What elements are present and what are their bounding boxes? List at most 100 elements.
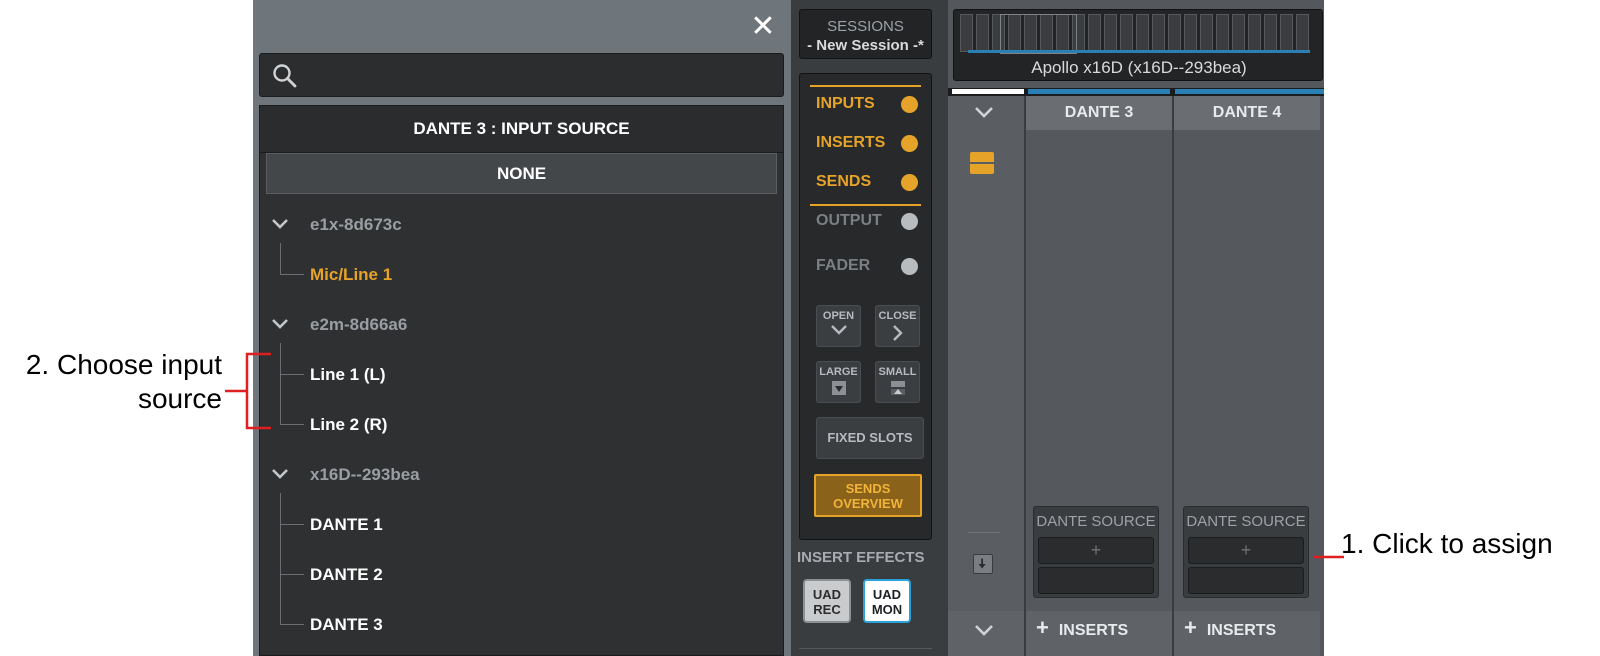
large-button[interactable]: LARGE — [816, 361, 861, 403]
open-button[interactable]: OPEN — [816, 305, 861, 347]
overview-selection[interactable] — [1000, 14, 1077, 54]
device-overview[interactable]: Apollo x16D (x16D--293bea) — [953, 9, 1323, 81]
sends-overview-line2: OVERVIEW — [833, 496, 903, 511]
source-item-dante-1[interactable]: DANTE 1 — [260, 493, 780, 545]
chevron-down-icon — [272, 219, 288, 229]
source-item-label: DANTE 1 — [310, 515, 383, 534]
source-item-label: DANTE 2 — [310, 565, 383, 584]
add-source-button[interactable]: + — [1038, 537, 1154, 564]
channel-meter — [960, 14, 973, 52]
device-group-e2m[interactable]: e2m-8d66a6 — [260, 305, 780, 345]
channel-header-dante-4[interactable]: DANTE 4 — [1174, 96, 1320, 130]
fixed-slots-button[interactable]: FIXED SLOTS — [816, 417, 924, 459]
view-toggle-label: INPUTS — [816, 95, 875, 112]
close-strips-button[interactable]: CLOSE — [875, 305, 920, 347]
view-toggle-inputs[interactable]: INPUTS — [816, 91, 924, 117]
dante-source-selector[interactable]: DANTE SOURCE + — [1183, 506, 1309, 598]
uad-mon-button[interactable]: UAD MON — [863, 579, 911, 623]
dante-source-label: DANTE SOURCE — [1186, 513, 1306, 530]
search-input[interactable] — [259, 53, 784, 97]
view-indicator-dot — [901, 258, 918, 275]
divider — [799, 648, 932, 649]
source-item-mic-line-1[interactable]: Mic/Line 1 — [260, 243, 780, 295]
chevron-down-icon — [272, 319, 288, 329]
channel-meter — [1280, 14, 1293, 52]
device-group-label: e2m-8d66a6 — [310, 315, 408, 334]
uad-mon-line1: UAD — [872, 587, 902, 602]
view-toggle-inserts[interactable]: INSERTS — [816, 130, 924, 156]
inserts-bar[interactable]: + INSERTS — [1174, 611, 1320, 656]
tree-connector — [280, 575, 304, 625]
view-toggle-fader[interactable]: FADER — [816, 253, 924, 279]
small-button[interactable]: SMALL — [875, 361, 920, 403]
channel-meter — [1184, 14, 1197, 52]
device-group-label: x16D--293bea — [310, 465, 420, 484]
mixer-area: Apollo x16D (x16D--293bea) DANTE 3 DANTE… — [948, 0, 1324, 656]
source-item-label: Line 2 (R) — [310, 415, 388, 434]
source-item-line-1-l[interactable]: Line 1 (L) — [260, 343, 780, 395]
strip-bar-white — [952, 89, 1024, 94]
device-group-label: e1x-8d673c — [310, 215, 402, 234]
channel-meter — [1088, 14, 1101, 52]
channel-header-dante-3[interactable]: DANTE 3 — [1026, 96, 1172, 130]
source-item-line-2-r[interactable]: Line 2 (R) — [260, 375, 780, 445]
strip-bar-dante4 — [1175, 89, 1324, 94]
source-item-label: Line 1 (L) — [310, 365, 386, 384]
sends-overview-button[interactable]: SENDS OVERVIEW — [814, 474, 922, 517]
tree-connector — [280, 493, 304, 525]
channel-meter — [1296, 14, 1309, 52]
channel-meter — [1120, 14, 1133, 52]
download-icon[interactable] — [973, 554, 993, 574]
small-label: SMALL — [878, 366, 917, 378]
tree-connector — [280, 243, 304, 275]
add-source-button[interactable]: + — [1188, 537, 1304, 564]
sessions-button[interactable]: SESSIONS - New Session -* — [799, 9, 932, 59]
annotation-step-2-line1: 2. Choose input — [25, 349, 222, 380]
view-toggle-sends[interactable]: SENDS — [816, 169, 924, 195]
source-slot[interactable] — [1038, 567, 1154, 594]
source-list: DANTE 3 : INPUT SOURCE NONE e1x-8d673c M… — [259, 105, 784, 656]
source-item-dante-2[interactable]: DANTE 2 — [260, 525, 780, 595]
annotation-step-2: 2. Choose input source — [0, 348, 222, 416]
view-toggle-label: INSERTS — [816, 134, 886, 151]
view-indicator-dot — [901, 135, 918, 152]
device-name: Apollo x16D (x16D--293bea) — [1031, 58, 1247, 77]
view-indicator-dot — [901, 213, 918, 230]
uad-rec-button[interactable]: UAD REC — [803, 579, 851, 623]
annotation-step-2-line2: source — [137, 383, 222, 414]
view-toggle-output[interactable]: OUTPUT — [816, 208, 924, 234]
plus-icon: + — [1184, 615, 1197, 640]
view-panel: INPUTS INSERTS SENDS OUTPUT FADER OPEN C… — [799, 73, 932, 540]
view-toggle-label: SENDS — [816, 173, 872, 190]
overview-scroll-line — [968, 50, 1310, 53]
inserts-bar[interactable]: + INSERTS — [1026, 611, 1172, 656]
console-sidebar: SESSIONS - New Session -* INPUTS INSERTS… — [791, 0, 948, 656]
tree-connector — [280, 375, 304, 425]
view-toggle-label: OUTPUT — [816, 212, 882, 229]
inserts-label: INSERTS — [1058, 622, 1129, 639]
dante-source-label: DANTE SOURCE — [1036, 513, 1156, 530]
channel-meter — [1104, 14, 1117, 52]
view-indicator-dot — [901, 96, 918, 113]
annotation-step-1: 1. Click to assign — [1341, 528, 1553, 559]
strip-bar-dante3 — [1028, 89, 1170, 94]
close-button[interactable]: ✕ — [748, 12, 778, 42]
session-name: - New Session -* — [807, 37, 924, 54]
dante-source-selector[interactable]: DANTE SOURCE + — [1033, 506, 1159, 598]
channel-meter — [1216, 14, 1229, 52]
control-footer — [948, 611, 1024, 656]
source-slot[interactable] — [1188, 567, 1304, 594]
chevron-down-icon — [272, 469, 288, 479]
none-option[interactable]: NONE — [266, 153, 777, 194]
device-group-e1x[interactable]: e1x-8d673c — [260, 205, 780, 245]
source-item-label: Mic/Line 1 — [310, 265, 393, 284]
channel-meter — [1136, 14, 1149, 52]
device-group-x16d[interactable]: x16D--293bea — [260, 455, 780, 495]
large-label: LARGE — [819, 366, 858, 378]
channel-meter — [1200, 14, 1213, 52]
chevron-down-icon[interactable] — [973, 623, 995, 639]
chevron-down-icon[interactable] — [973, 105, 995, 121]
layout-toggle-divider — [970, 162, 994, 164]
source-item-dante-3[interactable]: DANTE 3 — [260, 575, 780, 645]
divider — [968, 532, 1000, 533]
